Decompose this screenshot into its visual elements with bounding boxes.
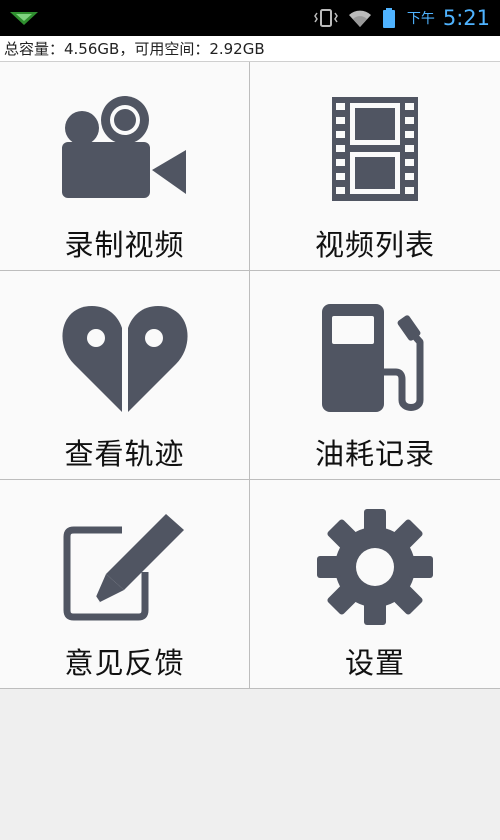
menu-feedback[interactable]: 意见反馈 xyxy=(0,480,250,689)
menu-label: 视频列表 xyxy=(314,228,435,262)
status-bar: 下午 5:21 xyxy=(0,0,500,36)
clock: 5:21 xyxy=(442,6,490,30)
edit-pen-icon xyxy=(60,502,190,632)
menu-record-video[interactable]: 录制视频 xyxy=(0,62,250,271)
menu-view-track[interactable]: 查看轨迹 xyxy=(0,271,250,480)
film-strip-icon xyxy=(310,84,440,214)
menu-label: 意见反馈 xyxy=(64,646,185,680)
menu-fuel-record[interactable]: 油耗记录 xyxy=(250,271,500,480)
menu-label: 油耗记录 xyxy=(314,437,435,471)
empty-area xyxy=(0,689,500,840)
menu-settings[interactable]: 设置 xyxy=(250,480,500,689)
video-camera-icon xyxy=(60,84,190,214)
menu-label: 查看轨迹 xyxy=(64,437,185,471)
storage-info: 总容量：4.56GB，可用空间：2.92GB xyxy=(0,36,500,62)
vibrate-icon xyxy=(313,9,338,27)
menu-video-list[interactable]: 视频列表 xyxy=(250,62,500,271)
wifi-icon xyxy=(348,10,371,27)
location-heart-icon xyxy=(60,293,190,423)
menu-label: 录制视频 xyxy=(64,228,185,262)
time-period: 下午 xyxy=(406,11,435,27)
gear-icon xyxy=(310,502,440,632)
battery-icon xyxy=(382,8,395,28)
menu-grid: 录制视频 视频列表 查看轨迹 油耗记录 意见反馈 设置 xyxy=(0,62,500,689)
fuel-pump-icon xyxy=(310,293,440,423)
app-notification-icon xyxy=(10,12,38,25)
menu-label: 设置 xyxy=(344,646,405,680)
